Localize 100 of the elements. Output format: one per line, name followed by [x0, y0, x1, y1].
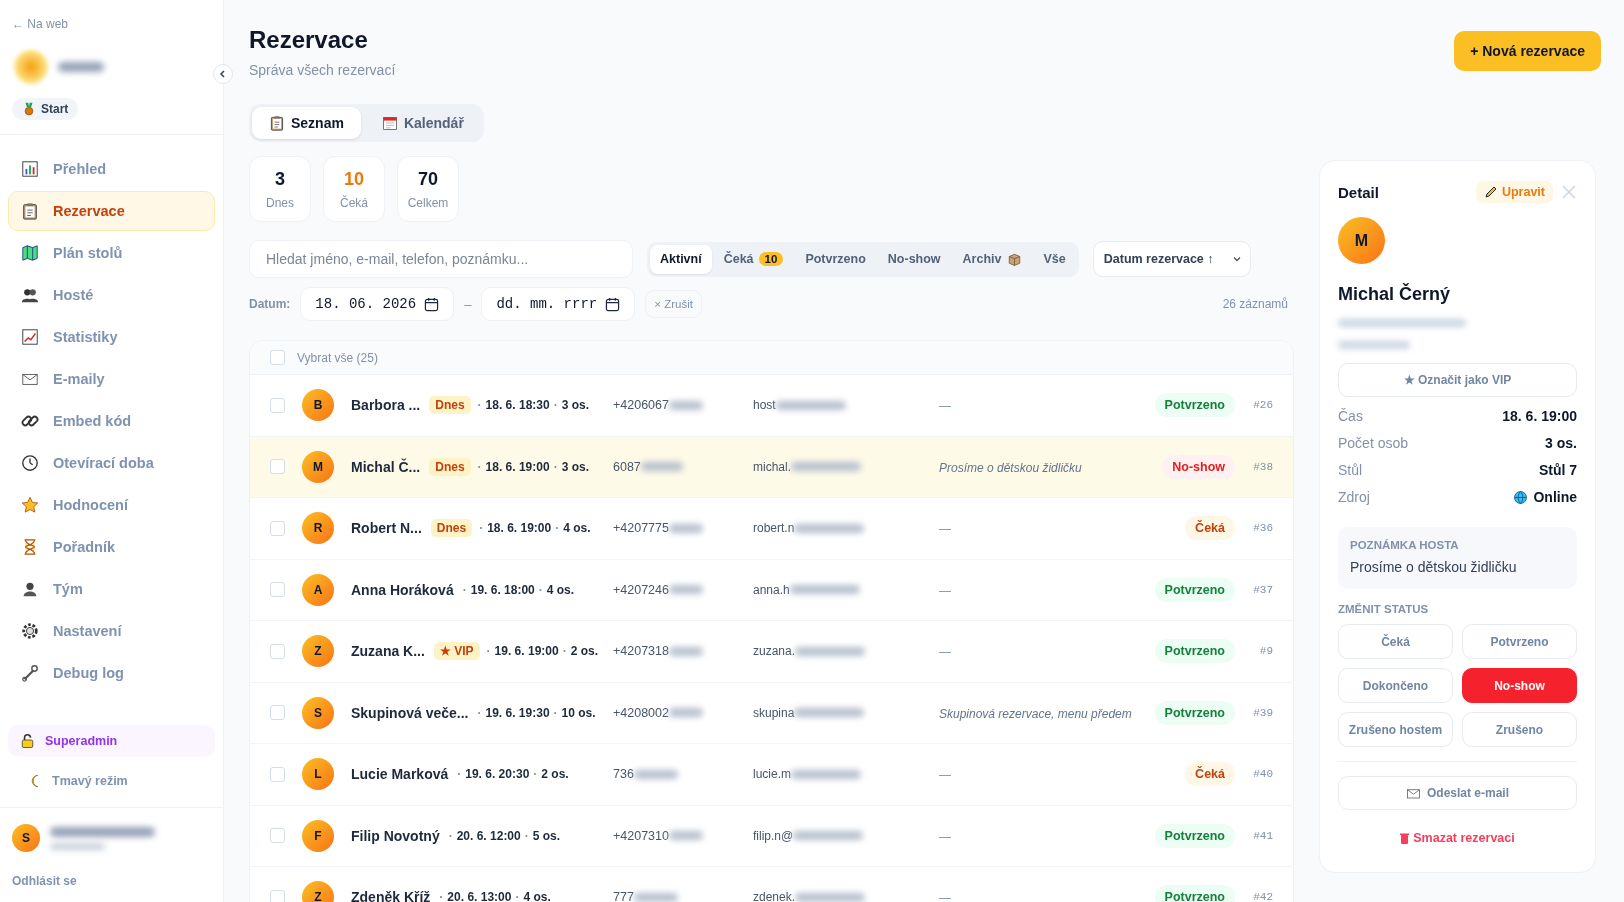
checkbox[interactable]: [270, 350, 285, 365]
bar-chart-icon: [21, 160, 39, 178]
phone-number: +4207310: [613, 828, 669, 843]
reservation-id: #38: [1253, 460, 1273, 473]
separator: ·: [533, 767, 538, 782]
status-badge: Potvrzeno: [1154, 823, 1235, 848]
back-link[interactable]: ← Na web: [12, 17, 69, 31]
nav-item[interactable]: Rezervace: [8, 191, 215, 231]
status-badge: Čeká: [1185, 762, 1235, 787]
logout-link[interactable]: Odhlásit se: [12, 874, 211, 888]
collapse-button[interactable]: [213, 64, 233, 84]
checkbox[interactable]: [270, 889, 285, 902]
status-badge: Potvrzeno: [1154, 393, 1235, 418]
note-text: Skupinová rezervace, menu předem: [939, 706, 1132, 721]
table-row[interactable]: Z Zuzana K... ★ VIP · 19. 6. 19:00 · 2 os. +4207318 zuzana. — Potvrzeno #9: [250, 621, 1293, 683]
phone-number: +4207775: [613, 521, 669, 536]
nav-item[interactable]: Debug log: [8, 653, 215, 693]
nav-item[interactable]: Otevírací doba: [8, 443, 215, 483]
note-heading: POZNÁMKA HOSTA: [1350, 539, 1460, 551]
view-tab[interactable]: Seznam: [252, 107, 361, 139]
start-badge[interactable]: Start: [12, 98, 79, 120]
nav-item[interactable]: Embed kód: [8, 401, 215, 441]
close-icon[interactable]: [1561, 184, 1577, 200]
filter-tab[interactable]: No-show: [877, 244, 951, 274]
email-address: zdenek.: [753, 890, 796, 902]
guest-name: Anna Horáková: [351, 581, 454, 598]
status-button[interactable]: Zrušeno hostem: [1338, 712, 1453, 747]
nav-item[interactable]: Tým: [8, 569, 215, 609]
status-button[interactable]: Dokončeno: [1338, 668, 1453, 703]
clipboard-icon: [269, 115, 285, 131]
checkbox[interactable]: [270, 397, 285, 413]
status-badge: Čeká: [1185, 516, 1235, 541]
nav-item[interactable]: Hodnocení: [8, 485, 215, 525]
filter-tab[interactable]: Aktivní: [650, 244, 712, 274]
table-row[interactable]: F Filip Novotný · 20. 6. 12:00 · 5 os. +4207310 filip.n@ — Potvrzeno #41: [250, 805, 1293, 867]
trash-icon: [1400, 832, 1410, 844]
checkbox[interactable]: [270, 766, 285, 782]
wrench-icon: [21, 664, 39, 682]
delete-button[interactable]: Smazat rezervaci: [1394, 830, 1521, 846]
nav-item[interactable]: Nastavení: [8, 611, 215, 651]
status-badge: Potvrzeno: [1154, 639, 1235, 664]
edit-button[interactable]: Upravit: [1475, 181, 1553, 203]
status-button[interactable]: Čeká: [1338, 624, 1453, 659]
count-badge: 10: [758, 252, 784, 266]
phone-number: 6087: [613, 459, 641, 474]
filter-tab[interactable]: Potvrzeno: [795, 244, 876, 274]
clear-button[interactable]: × Zrušit: [645, 290, 702, 318]
reservation-time: 18. 6. 19:00: [485, 459, 550, 474]
checkbox[interactable]: [270, 582, 285, 598]
blurred-text: [789, 585, 860, 595]
checkbox[interactable]: [270, 459, 285, 475]
filter-tab[interactable]: Vše: [1033, 244, 1076, 274]
guest-name: Barbora ...: [351, 397, 421, 414]
nav-item[interactable]: E-maily: [8, 359, 215, 399]
status-badge: Potvrzeno: [1154, 577, 1235, 602]
sort-dropdown[interactable]: Datum rezervace ↑: [1092, 241, 1251, 277]
checkbox[interactable]: [270, 705, 285, 721]
dark-mode-toggle[interactable]: Tmavý režim: [8, 765, 215, 797]
blurred-text: [668, 831, 703, 841]
nav-item[interactable]: Hosté: [8, 275, 215, 315]
filter-tab[interactable]: Archiv: [952, 244, 1032, 274]
blurred-text: [668, 708, 703, 718]
superadmin-item[interactable]: Superadmin: [8, 725, 215, 757]
nav-item[interactable]: Plán stolů: [8, 233, 215, 273]
view-tab[interactable]: Kalendář: [364, 107, 481, 139]
nav-item[interactable]: Pořadník: [8, 527, 215, 567]
nav-item[interactable]: Statistiky: [8, 317, 215, 357]
status-button[interactable]: Zrušeno: [1462, 712, 1577, 747]
separator: ·: [553, 459, 558, 474]
filter-tab[interactable]: Čeká 10: [713, 244, 794, 274]
table-row[interactable]: S Skupinová veče... · 19. 6. 19:30 · 10 os. +4208002 skupina Skupinová rezervace, menu předem Potvrzeno #39: [250, 682, 1293, 744]
search-field[interactable]: Hledat jméno, e-mail, telefon, poznámku...: [249, 240, 633, 278]
table-row[interactable]: B Barbora ... Dnes · 18. 6. 18:30 · 3 os. +4206067 host — Potvrzeno #26: [250, 375, 1293, 437]
guest-count: 4 os.: [563, 521, 591, 536]
date-field[interactable]: 18. 06. 2026: [300, 287, 455, 321]
field-value: 3 os.: [1545, 435, 1577, 451]
nav-item[interactable]: Přehled: [8, 149, 215, 189]
guest-name: Filip Novotný: [351, 827, 440, 844]
checkbox[interactable]: [270, 520, 285, 536]
checkbox[interactable]: [270, 643, 285, 659]
checkbox[interactable]: [270, 828, 285, 844]
reservation-id: #41: [1253, 829, 1273, 842]
status-button[interactable]: Potvrzeno: [1462, 624, 1577, 659]
avatar: M: [302, 450, 334, 483]
table-row[interactable]: L Lucie Marková · 19. 6. 20:30 · 2 os. 736 lucie.m — Čeká #40: [250, 744, 1293, 806]
vip-button[interactable]: ★ Označit jako VIP: [1338, 363, 1577, 397]
send-email-button[interactable]: Odeslat e-mail: [1338, 776, 1577, 810]
email-address: filip.n@: [753, 828, 794, 843]
reservation-time: 20. 6. 13:00: [447, 890, 512, 902]
email-address: robert.n: [753, 521, 795, 536]
tag: Dnes: [430, 519, 473, 538]
note-text: —: [939, 583, 951, 598]
table-row[interactable]: R Robert N... Dnes · 18. 6. 19:00 · 4 os. +4207775 robert.n — Čeká #36: [250, 498, 1293, 560]
table-row[interactable]: M Michal Č... Dnes · 18. 6. 19:00 · 3 os. 6087 michal. Prosíme o dětskou židličku No-show #38: [250, 436, 1293, 498]
date-field[interactable]: dd. mm. rrrr: [481, 287, 636, 321]
table-row[interactable]: A Anna Horáková · 19. 6. 18:00 · 4 os. +4207246 anna.h — Potvrzeno #37: [250, 559, 1293, 621]
status-button[interactable]: No-show: [1462, 668, 1577, 703]
new-reservation-button[interactable]: + Nová rezervace: [1454, 31, 1601, 71]
globe-icon: [1513, 489, 1529, 505]
table-row[interactable]: Z Zdeněk Kříž · 20. 6. 13:00 · 4 os. 777 zdenek. — Potvrzeno #42: [250, 867, 1293, 902]
